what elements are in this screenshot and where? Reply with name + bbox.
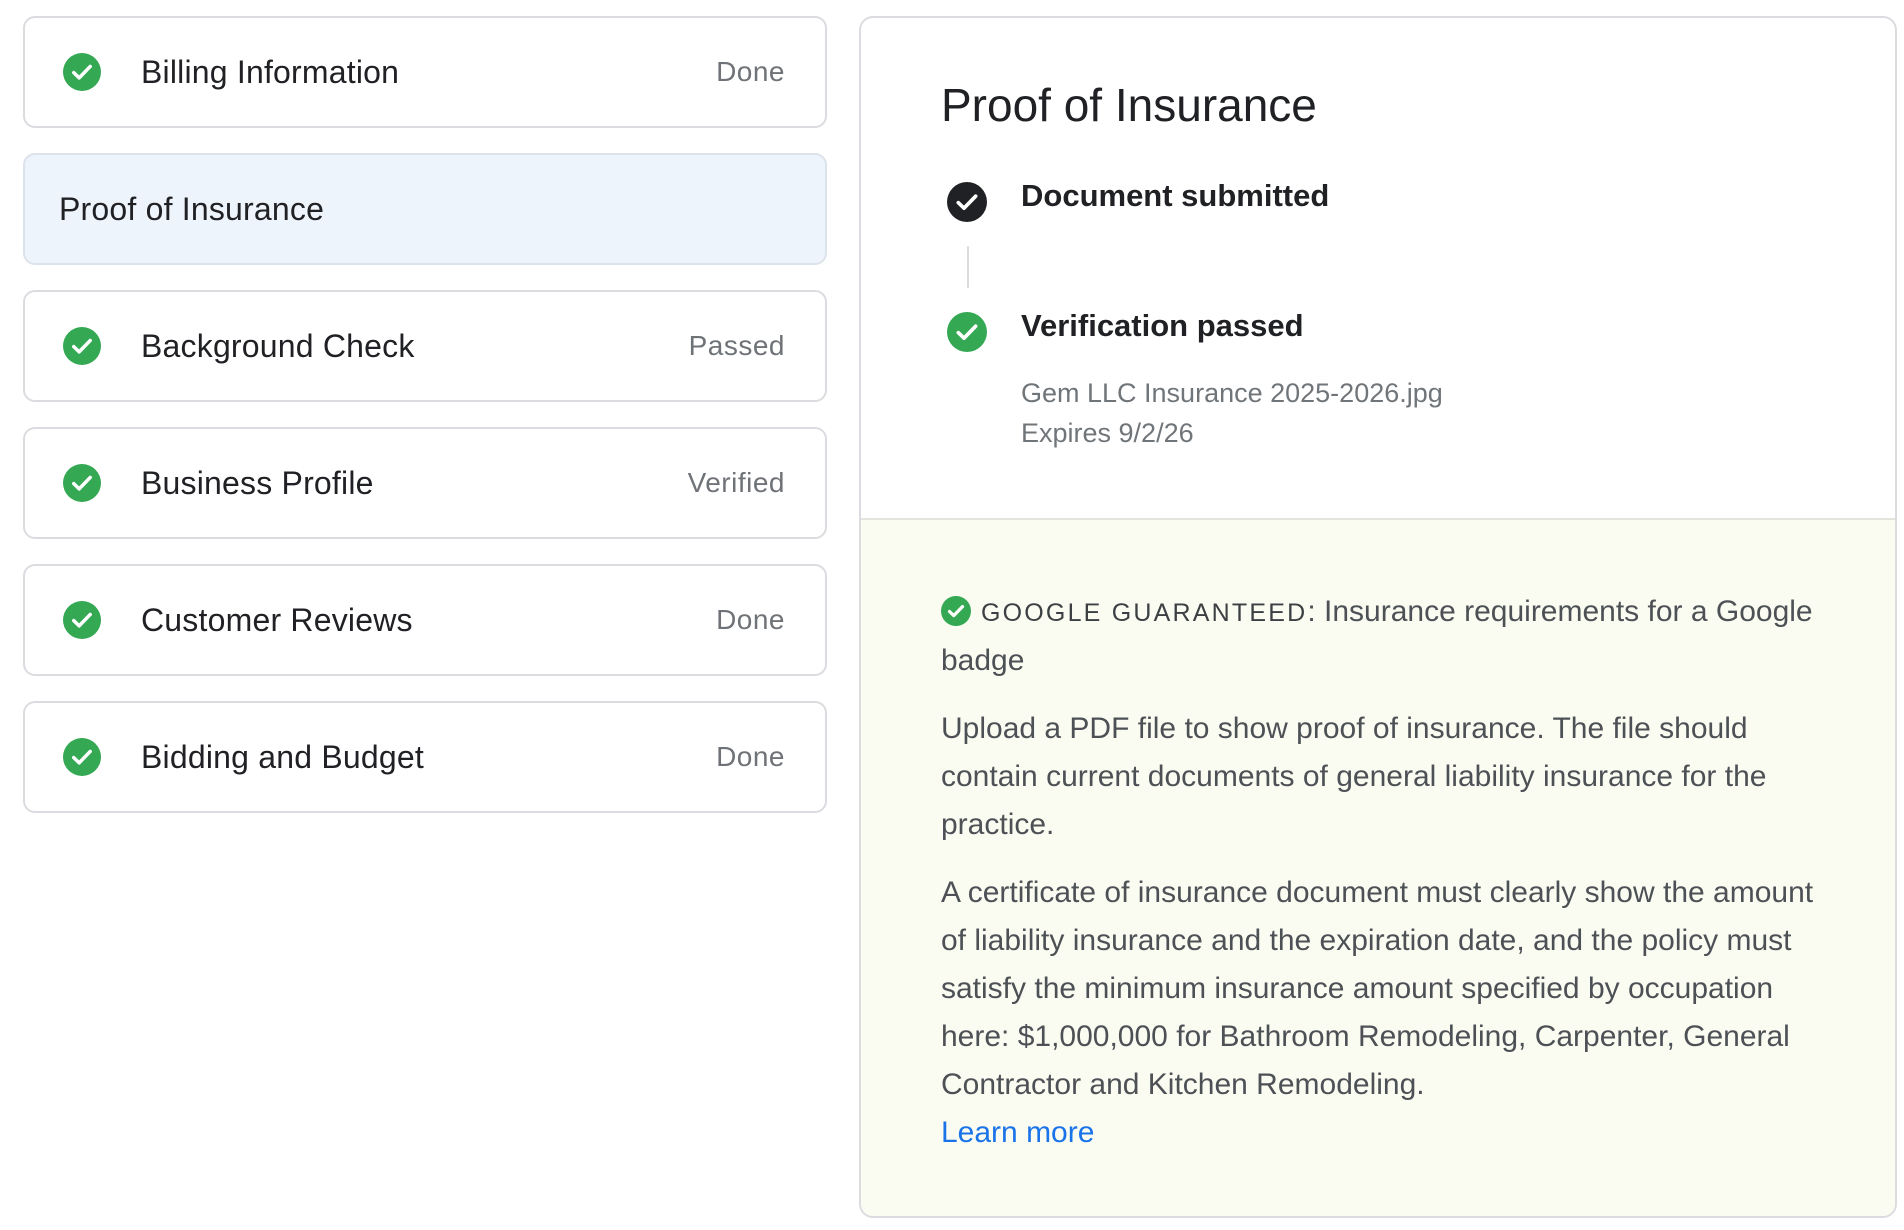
step-business-profile[interactable]: Business Profile Verified: [23, 427, 827, 539]
expiration-date: Expires 9/2/26: [1021, 418, 1194, 448]
insurance-step-page: Billing Information Done Proof of Insura…: [0, 0, 1904, 1230]
step-background-check[interactable]: Background Check Passed: [23, 290, 827, 402]
step-label: Bidding and Budget: [141, 738, 424, 775]
verification-status-section: Proof of Insurance Document submitted Ve…: [861, 18, 1895, 518]
page-title: Proof of Insurance: [941, 79, 1317, 131]
guarantee-requirements-section: GOOGLE GUARANTEED: Insurance requirement…: [861, 518, 1895, 1216]
step-billing-information[interactable]: Billing Information Done: [23, 16, 827, 128]
check-circle-icon: [63, 738, 101, 776]
step-bidding-and-budget[interactable]: Bidding and Budget Done: [23, 701, 827, 813]
step-label: Business Profile: [141, 464, 374, 501]
certificate-requirements: A certificate of insurance document must…: [941, 869, 1815, 1157]
steps-list: Billing Information Done Proof of Insura…: [23, 16, 827, 813]
check-circle-icon: [63, 601, 101, 639]
guarantee-heading: GOOGLE GUARANTEED: Insurance requirement…: [941, 588, 1815, 685]
step-status: Done: [716, 741, 785, 772]
step-label: Proof of Insurance: [59, 190, 325, 227]
check-circle-icon: [63, 464, 101, 502]
step-status: Verified: [687, 467, 785, 498]
certificate-requirements-text: A certificate of insurance document must…: [941, 876, 1814, 1101]
learn-more-link[interactable]: Learn more: [941, 1109, 1094, 1157]
check-circle-icon: [63, 53, 101, 91]
timeline-connector: [967, 246, 969, 288]
google-guaranteed-label: GOOGLE GUARANTEED: [981, 599, 1308, 627]
timeline-step-label: Document submitted: [1021, 178, 1330, 213]
guaranteed-badge-icon: [941, 596, 971, 626]
uploaded-file-name: Gem LLC Insurance 2025-2026.jpg: [1021, 378, 1443, 408]
step-status: Done: [716, 604, 785, 635]
step-status: Done: [716, 56, 785, 87]
detail-panel: Proof of Insurance Document submitted Ve…: [859, 16, 1897, 1218]
dark-check-circle-icon: [947, 182, 987, 222]
timeline-step-label: Verification passed: [1021, 308, 1304, 343]
check-circle-icon: [947, 312, 987, 352]
upload-instructions: Upload a PDF file to show proof of insur…: [941, 712, 1767, 841]
step-label: Background Check: [141, 327, 415, 364]
step-status: Passed: [688, 330, 785, 361]
step-label: Customer Reviews: [141, 601, 413, 638]
heading-separator: :: [1307, 595, 1316, 628]
step-customer-reviews[interactable]: Customer Reviews Done: [23, 564, 827, 676]
check-circle-icon: [63, 327, 101, 365]
step-label: Billing Information: [141, 53, 400, 90]
step-proof-of-insurance[interactable]: Proof of Insurance: [23, 153, 827, 265]
